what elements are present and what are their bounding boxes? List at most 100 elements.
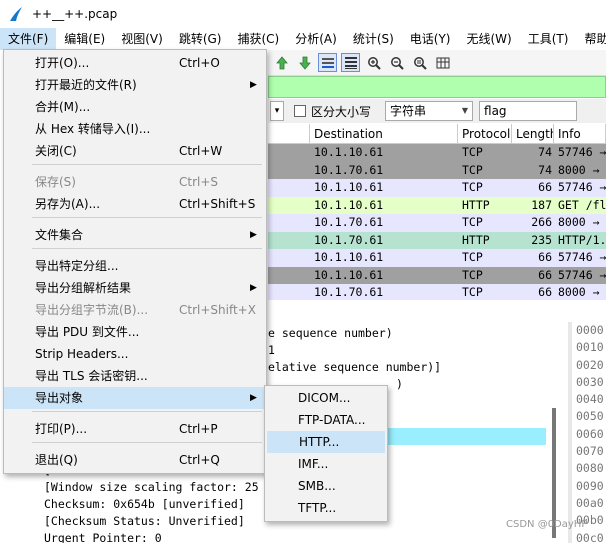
menu-item-label: 从 Hex 转储导入(I)...: [35, 122, 151, 136]
detail-line[interactable]: [Window size scaling factor: 25: [44, 480, 259, 494]
zoom-reset-button[interactable]: [410, 53, 429, 72]
menu-item-export-bytes[interactable]: 导出分组字节流(B)... Ctrl+Shift+X: [4, 299, 266, 321]
packet-cell-source: [268, 197, 310, 215]
menu-help[interactable]: 帮助(H): [576, 28, 606, 50]
column-header-protocol[interactable]: Protocol: [458, 124, 512, 143]
detail-line-partial[interactable]: ): [396, 377, 403, 391]
menu-analyze[interactable]: 分析(A): [287, 28, 345, 50]
packet-cell-destination: 10.1.10.61: [314, 145, 384, 159]
submenu-item-imf[interactable]: IMF...: [266, 453, 386, 475]
packet-cell-destination: 10.1.70.61: [314, 285, 384, 299]
menu-item-export-dissections[interactable]: 导出分组解析结果 ▶: [4, 277, 266, 299]
detail-line[interactable]: [Checksum Status: Unverified]: [44, 514, 245, 528]
menu-item-label: 打开最近的文件(R): [35, 78, 137, 92]
auto-scroll-button[interactable]: [318, 53, 337, 72]
resize-columns-button[interactable]: [433, 53, 452, 72]
export-objects-submenu: DICOM... FTP-DATA... HTTP... IMF... SMB.…: [264, 385, 388, 522]
zoom-out-button[interactable]: [387, 53, 406, 72]
colorize-button[interactable]: [341, 53, 360, 72]
menu-item-print[interactable]: 打印(P)... Ctrl+P: [4, 418, 266, 440]
menu-item-shortcut: Ctrl+S: [179, 175, 219, 189]
column-header-source[interactable]: [268, 124, 310, 143]
column-header-destination[interactable]: Destination: [310, 124, 458, 143]
menu-item-label: 打开(O)...: [35, 56, 90, 70]
submenu-item-tftp[interactable]: TFTP...: [266, 497, 386, 519]
menu-file[interactable]: 文件(F): [0, 28, 57, 50]
packet-cell-source: [268, 284, 310, 300]
menu-item-open-recent[interactable]: 打开最近的文件(R) ▶: [4, 74, 266, 96]
list-lines-icon: [344, 56, 357, 69]
menu-item-open[interactable]: 打开(O)... Ctrl+O: [4, 52, 266, 74]
menu-item-export-tls-keys[interactable]: 导出 TLS 会话密钥...: [4, 365, 266, 387]
packet-cell-destination: 10.1.70.61: [314, 232, 384, 247]
menu-item-save[interactable]: 保存(S) Ctrl+S: [4, 171, 266, 193]
packet-cell-destination: 10.1.10.61: [314, 180, 384, 194]
menu-item-import-hex[interactable]: 从 Hex 转储导入(I)...: [4, 118, 266, 140]
menu-item-save-as[interactable]: 另存为(A)... Ctrl+Shift+S: [4, 193, 266, 215]
menu-item-shortcut: Ctrl+O: [179, 56, 220, 70]
submenu-item-http[interactable]: HTTP...: [267, 431, 385, 453]
detail-line[interactable]: elative sequence number)]: [268, 360, 441, 374]
search-type-select[interactable]: 字符串 ▼: [385, 101, 474, 121]
search-string-input[interactable]: flag: [479, 101, 578, 121]
submenu-item-dicom[interactable]: DICOM...: [266, 387, 386, 409]
zoom-in-icon: [367, 56, 381, 70]
find-display-combo[interactable]: ▾: [270, 101, 284, 121]
column-header-info[interactable]: Info: [554, 124, 606, 143]
packet-row[interactable]: 10.1.70.61 TCP 74 8000 →: [268, 161, 606, 179]
packet-cell-source: [268, 144, 310, 162]
go-first-packet-button[interactable]: [272, 53, 291, 72]
menu-statistics[interactable]: 统计(S): [345, 28, 402, 50]
packet-cell-info: 57746 →: [558, 267, 606, 282]
packet-row[interactable]: 10.1.70.61 TCP 66 8000 →: [268, 284, 606, 300]
detail-line[interactable]: Checksum: 0x654b [unverified]: [44, 497, 245, 511]
menu-item-close[interactable]: 关闭(C) Ctrl+W: [4, 140, 266, 162]
menu-item-label: 另存为(A)...: [35, 197, 101, 211]
detail-line[interactable]: 1: [268, 343, 275, 357]
menu-go[interactable]: 跳转(G): [171, 28, 230, 50]
menu-item-export-pdu[interactable]: 导出 PDU 到文件...: [4, 321, 266, 343]
menu-tools[interactable]: 工具(T): [520, 28, 577, 50]
menu-item-label: 合并(M)...: [35, 100, 91, 114]
submenu-item-smb[interactable]: SMB...: [266, 475, 386, 497]
menu-item-quit[interactable]: 退出(Q) Ctrl+Q: [4, 449, 266, 471]
menu-separator: [32, 411, 262, 412]
display-filter-input[interactable]: [268, 76, 606, 98]
menu-wireless[interactable]: 无线(W): [459, 28, 520, 50]
menu-edit[interactable]: 编辑(E): [56, 28, 113, 50]
menu-telephony[interactable]: 电话(Y): [402, 28, 459, 50]
menu-item-export-objects[interactable]: 导出对象 ▶: [4, 387, 266, 409]
packet-row[interactable]: 10.1.10.61 TCP 66 57746 →: [268, 266, 606, 285]
byte-offset: 0020: [576, 357, 604, 372]
menu-item-merge[interactable]: 合并(M)...: [4, 96, 266, 118]
packet-cell-destination: 10.1.10.61: [314, 267, 384, 282]
menu-item-file-set[interactable]: 文件集合 ▶: [4, 224, 266, 246]
column-header-length[interactable]: Length: [512, 124, 554, 143]
packet-row[interactable]: 10.1.70.61 TCP 266 8000 →: [268, 214, 606, 232]
byte-offset: 0000: [576, 323, 604, 337]
menu-item-strip-headers[interactable]: Strip Headers...: [4, 343, 266, 365]
menu-item-shortcut: Ctrl+Q: [179, 453, 220, 467]
packet-row[interactable]: 10.1.70.61 HTTP 235 HTTP/1.: [268, 231, 606, 250]
packet-cell-protocol: TCP: [462, 215, 483, 229]
packet-row[interactable]: 10.1.10.61 TCP 74 57746 →: [268, 144, 606, 162]
packet-cell-info: 57746 →: [558, 250, 606, 264]
zoom-in-button[interactable]: [364, 53, 383, 72]
case-sensitive-checkbox[interactable]: 区分大小写: [294, 103, 371, 120]
packet-row[interactable]: 10.1.10.61 TCP 66 57746 →: [268, 179, 606, 197]
packet-row[interactable]: 10.1.10.61 HTTP 187 GET /fl: [268, 196, 606, 215]
packet-cell-source: [268, 267, 310, 285]
packet-cell-source: [268, 232, 310, 250]
detail-line[interactable]: Urgent Pointer: 0: [44, 531, 162, 543]
menu-view[interactable]: 视图(V): [113, 28, 171, 50]
byte-offset: 0010: [576, 340, 604, 355]
go-last-packet-button[interactable]: [295, 53, 314, 72]
menu-item-shortcut: Ctrl+Shift+X: [179, 303, 256, 317]
packet-cell-length: 266: [531, 215, 552, 229]
menu-item-export-specified[interactable]: 导出特定分组...: [4, 255, 266, 277]
menu-capture[interactable]: 捕获(C): [229, 28, 287, 50]
packet-cell-protocol: TCP: [462, 250, 483, 264]
packet-row[interactable]: 10.1.10.61 TCP 66 57746 →: [268, 249, 606, 267]
submenu-item-ftp-data[interactable]: FTP-DATA...: [266, 409, 386, 431]
detail-line[interactable]: e sequence number): [268, 326, 393, 340]
